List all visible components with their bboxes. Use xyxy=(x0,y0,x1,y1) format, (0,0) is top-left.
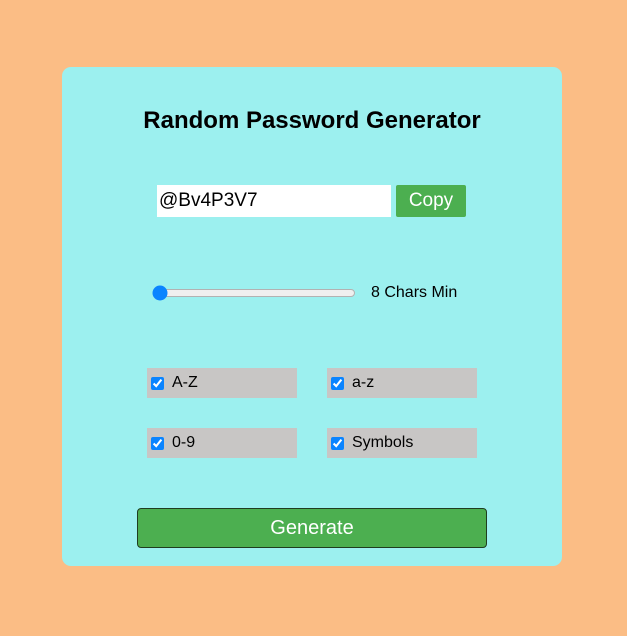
option-lowercase-label: a-z xyxy=(352,374,375,391)
option-lowercase[interactable]: a-z xyxy=(327,368,477,398)
numbers-checkbox[interactable] xyxy=(151,436,164,450)
page-title: Random Password Generator xyxy=(143,107,481,134)
option-symbols-label: Symbols xyxy=(352,434,414,451)
option-uppercase-label: A-Z xyxy=(172,374,198,391)
symbols-checkbox[interactable] xyxy=(331,436,344,450)
option-uppercase[interactable]: A-Z xyxy=(147,368,297,398)
uppercase-checkbox[interactable] xyxy=(151,376,164,390)
length-slider[interactable] xyxy=(152,282,356,304)
length-label: 8 Chars Min xyxy=(371,284,458,301)
lowercase-checkbox[interactable] xyxy=(331,376,344,390)
option-numbers[interactable]: 0-9 xyxy=(147,428,297,458)
generate-button[interactable]: Generate xyxy=(137,508,487,548)
copy-button[interactable]: Copy xyxy=(396,185,466,217)
generator-card: Random Password Generator Copy 8 Chars M… xyxy=(62,67,562,566)
password-output-field[interactable] xyxy=(157,185,391,217)
option-numbers-label: 0-9 xyxy=(172,434,196,451)
option-symbols[interactable]: Symbols xyxy=(327,428,477,458)
